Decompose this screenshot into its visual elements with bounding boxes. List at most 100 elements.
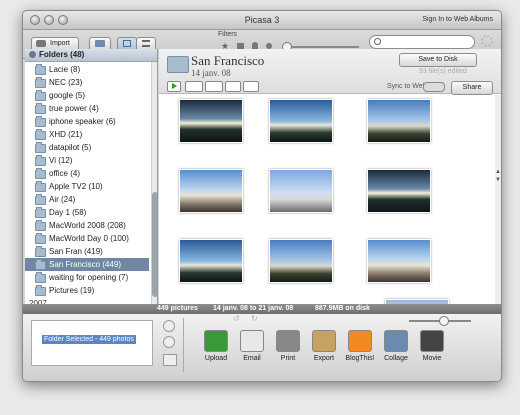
sidebar-scrollbar-thumb[interactable] — [152, 192, 157, 297]
email-button[interactable]: Email — [235, 330, 269, 375]
album-title: San Francisco — [191, 53, 265, 68]
movie-button[interactable]: Movie — [415, 330, 449, 375]
blogthis-label: BlogThis! — [345, 355, 375, 362]
photo-thumbnail[interactable] — [269, 169, 333, 213]
folder-sidebar: Folders (48) Lacie (8) NEC (23) google (5)… — [25, 49, 158, 304]
sidebar-folder-item[interactable]: waiting for opening (7) — [25, 271, 149, 284]
scroll-up-arrow-icon[interactable]: ▲ — [495, 169, 501, 175]
tray-separator — [183, 318, 184, 372]
sidebar-folder-item[interactable]: true power (4) — [25, 102, 149, 115]
folder-icon — [35, 233, 46, 244]
play-slideshow-button[interactable] — [167, 81, 181, 92]
blogthis-icon — [348, 330, 372, 352]
share-button[interactable]: Share — [451, 81, 493, 95]
sidebar-folder-item[interactable]: Vi (12) — [25, 154, 149, 167]
photo-thumbnail[interactable] — [179, 239, 243, 283]
tray-selection-area: Folder Selected - 449 photos — [31, 320, 153, 366]
folder-label: google (5) — [49, 91, 86, 100]
photo-thumbnail[interactable] — [179, 99, 243, 143]
thumbnail-size-knob[interactable] — [439, 316, 449, 326]
photo-thumbnail[interactable] — [179, 169, 243, 213]
save-to-disk-button[interactable]: Save to Disk — [399, 53, 477, 67]
sidebar-folder-item[interactable]: datapilot (5) — [25, 141, 149, 154]
tool-button-2[interactable] — [205, 81, 223, 92]
list-icon — [142, 40, 150, 47]
search-box[interactable] — [369, 35, 475, 49]
filter-people-icon[interactable] — [252, 42, 258, 49]
disclosure-triangle-icon[interactable] — [29, 51, 36, 58]
upload-icon — [204, 330, 228, 352]
search-icon — [374, 38, 381, 45]
hold-button[interactable] — [163, 320, 175, 332]
clear-button[interactable] — [163, 336, 175, 348]
sidebar-folder-item[interactable]: San Fran (419) — [25, 245, 149, 258]
add-to-tray-button[interactable] — [163, 354, 177, 366]
folders-header[interactable]: Folders (48) — [25, 49, 157, 62]
folder-icon — [35, 142, 46, 153]
edited-count: 93 file(s) edited — [419, 68, 467, 75]
sidebar-folder-item[interactable]: google (5) — [25, 89, 149, 102]
sync-label: Sync to Web — [387, 83, 427, 90]
sidebar-folder-item[interactable]: MacWorld 2008 (208) — [25, 219, 149, 232]
album-header: San Francisco 14 janv. 08 Save to Disk 9… — [159, 49, 501, 95]
disk-size: 887.9MB on disk — [315, 305, 370, 312]
tool-button-4[interactable] — [243, 81, 259, 92]
folder-label: Day 1 (58) — [49, 208, 87, 217]
album-folder-icon — [167, 56, 189, 73]
sidebar-folder-item[interactable]: NEC (23) — [25, 76, 149, 89]
folder-icon — [35, 220, 46, 231]
photo-thumbnail[interactable] — [367, 99, 431, 143]
tool-button-3[interactable] — [225, 81, 241, 92]
print-button[interactable]: Print — [271, 330, 305, 375]
photo-thumbnail[interactable] — [367, 169, 431, 213]
rotate-right-icon[interactable]: ↻ — [251, 314, 258, 323]
photo-thumbnail[interactable] — [269, 99, 333, 143]
photo-thumbnail[interactable] — [367, 239, 431, 283]
folder-label: NEC (23) — [49, 78, 83, 87]
sidebar-folder-item[interactable]: San Francisco (449) — [25, 258, 149, 271]
filter-slider[interactable] — [282, 42, 359, 52]
folder-label: Apple TV2 (10) — [49, 182, 103, 191]
sidebar-folder-item[interactable]: Lacie (8) — [25, 63, 149, 76]
search-input[interactable] — [384, 36, 468, 47]
activity-spinner-icon — [481, 35, 493, 47]
sync-toggle[interactable] — [423, 82, 445, 92]
folder-label: MacWorld Day 0 (100) — [49, 234, 129, 243]
picture-count: 449 pictures — [157, 305, 198, 312]
camera-icon — [36, 40, 46, 47]
sidebar-folder-item[interactable]: XHD (21) — [25, 128, 149, 141]
album-add-icon — [95, 40, 105, 47]
folder-label: San Francisco (449) — [49, 260, 122, 269]
title-bar: Picasa 3 Sign In to Web Albums — [23, 11, 501, 30]
sidebar-folder-item[interactable]: office (4) — [25, 167, 149, 180]
upload-button[interactable]: Upload — [199, 330, 233, 375]
blogthis-button[interactable]: BlogThis! — [343, 330, 377, 375]
movie-label: Movie — [422, 355, 442, 362]
export-label: Export — [313, 355, 335, 362]
sidebar-folder-item[interactable]: Apple TV2 (10) — [25, 180, 149, 193]
print-icon — [276, 330, 300, 352]
sidebar-folder-item[interactable]: Air (24) — [25, 193, 149, 206]
sidebar-scrollbar[interactable] — [151, 62, 157, 304]
scroll-down-arrow-icon[interactable]: ▼ — [495, 177, 501, 183]
sidebar-folder-item[interactable]: iphone speaker (6) — [25, 115, 149, 128]
photo-thumbnail[interactable] — [269, 239, 333, 283]
folder-label: Air (24) — [49, 195, 76, 204]
export-button[interactable]: Export — [307, 330, 341, 375]
photos-scrollbar[interactable]: ▲ ▼ — [495, 95, 501, 304]
folder-label: waiting for opening (7) — [49, 273, 129, 282]
collage-button[interactable]: Collage — [379, 330, 413, 375]
sidebar-folder-item[interactable]: Day 1 (58) — [25, 206, 149, 219]
thumbnail-size-slider[interactable] — [409, 316, 471, 326]
folders-header-label: Folders (48) — [39, 50, 85, 59]
folder-icon — [35, 181, 46, 192]
grid-icon — [123, 40, 131, 47]
folder-icon — [35, 129, 46, 140]
sign-in-link[interactable]: Sign In to Web Albums — [422, 16, 493, 23]
print-label: Print — [280, 355, 296, 362]
tool-button-1[interactable] — [185, 81, 203, 92]
sidebar-folder-item[interactable]: MacWorld Day 0 (100) — [25, 232, 149, 245]
rotate-left-icon[interactable]: ↺ — [233, 314, 240, 323]
sidebar-folder-item[interactable]: Pictures (19) — [25, 284, 149, 297]
photo-tray: Folder Selected - 449 photos ↺ ↻ Upload E… — [23, 314, 501, 381]
